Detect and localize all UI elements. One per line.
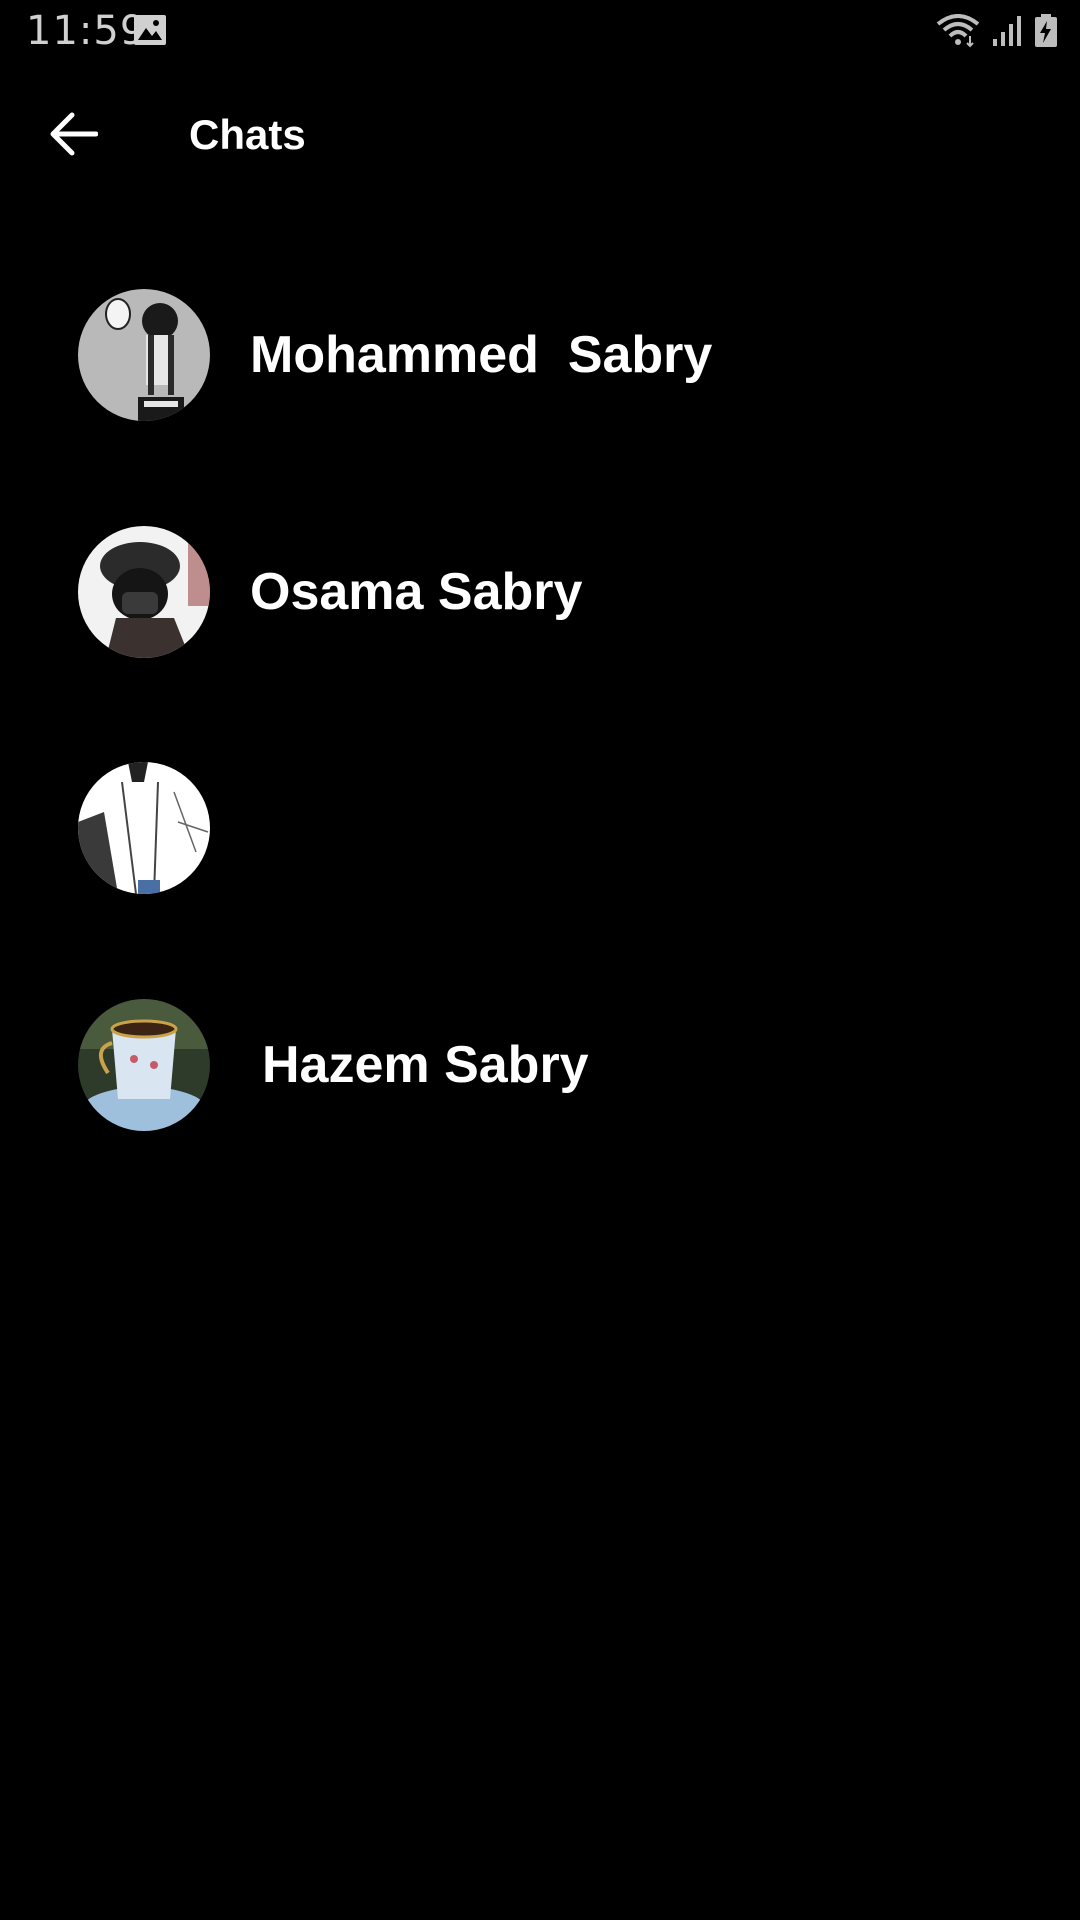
- wifi-icon: [936, 14, 980, 53]
- app-bar: Chats: [0, 80, 1080, 192]
- chat-item-unnamed[interactable]: [0, 758, 1080, 898]
- avatar: [78, 289, 210, 421]
- battery-charging-icon: [1034, 14, 1058, 53]
- status-time: 11:59: [26, 8, 147, 54]
- status-bar: 11:59: [0, 0, 1080, 64]
- chat-item-osama-sabry[interactable]: Osama Sabry: [0, 522, 1080, 662]
- page-title: Chats: [189, 111, 306, 158]
- avatar: [78, 526, 210, 658]
- chat-item-mohammed-sabry[interactable]: Mohammed Sabry: [0, 285, 1080, 425]
- chat-name: Hazem Sabry: [262, 1036, 589, 1094]
- gallery-icon: [133, 14, 167, 51]
- chat-name: Mohammed Sabry: [250, 326, 713, 384]
- back-button[interactable]: [36, 104, 112, 168]
- status-icons: [936, 14, 1058, 53]
- chat-item-hazem-sabry[interactable]: Hazem Sabry: [0, 995, 1080, 1135]
- avatar: [78, 999, 210, 1131]
- signal-icon: [992, 15, 1022, 52]
- arrow-back-icon: [50, 112, 99, 161]
- chat-name: Osama Sabry: [250, 563, 583, 621]
- avatar: [78, 762, 210, 894]
